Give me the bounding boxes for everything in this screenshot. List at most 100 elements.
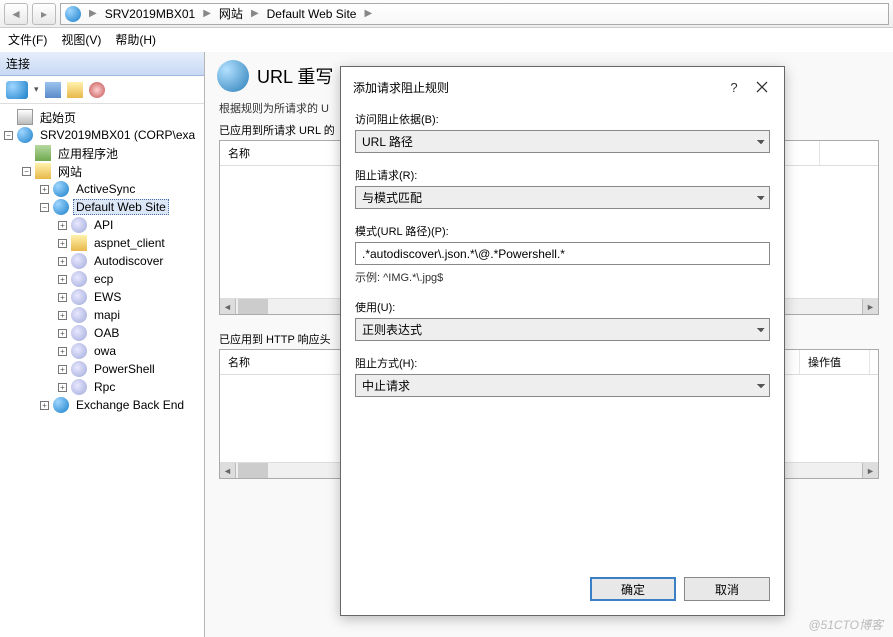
menu-view[interactable]: 视图(V) <box>61 31 101 48</box>
tree-sites[interactable]: 网站 <box>55 162 85 181</box>
block-based-on-select[interactable]: URL 路径 <box>355 130 770 153</box>
vdir-icon <box>71 307 87 323</box>
tree-app-pools[interactable]: 应用程序池 <box>55 144 121 163</box>
cancel-button[interactable]: 取消 <box>684 577 770 601</box>
back-button[interactable]: ◄ <box>4 3 28 25</box>
field-how-to-block: 阻止方式(H): 中止请求 <box>355 355 770 397</box>
expand-toggle[interactable] <box>58 365 67 374</box>
vdir-icon <box>71 253 87 269</box>
menu-bar: 文件(F) 视图(V) 帮助(H) <box>0 28 893 52</box>
tree-vdir[interactable]: owa <box>91 343 119 359</box>
tree-start-page[interactable]: 起始页 <box>37 108 79 127</box>
chevron-right-icon: ▶ <box>85 8 101 19</box>
close-icon <box>756 81 768 93</box>
add-request-blocking-rule-dialog: 添加请求阻止规则 ? 访问阻止依据(B): URL 路径 阻止请求(R): 与模… <box>340 66 785 616</box>
folder-icon[interactable] <box>67 82 83 98</box>
field-label: 阻止请求(R): <box>355 167 770 183</box>
connections-tree[interactable]: 起始页 SRV2019MBX01 (CORP\exa 应用程序池 网站 Acti… <box>0 104 204 637</box>
home-icon <box>17 109 33 125</box>
vdir-icon <box>71 289 87 305</box>
expand-toggle[interactable] <box>58 383 67 392</box>
breadcrumb-item[interactable]: 网站 <box>219 5 243 22</box>
using-select[interactable]: 正则表达式 <box>355 318 770 341</box>
tree-vdir[interactable]: PowerShell <box>91 361 158 377</box>
page-title: URL 重写 <box>257 63 333 89</box>
how-to-block-select[interactable]: 中止请求 <box>355 374 770 397</box>
field-using: 使用(U): 正则表达式 <box>355 299 770 341</box>
expand-toggle[interactable] <box>58 275 67 284</box>
connections-panel: 连接 ▾ 起始页 SRV2019MBX01 (CORP\exa 应用程序池 网站… <box>0 52 205 637</box>
chevron-right-icon: ▶ <box>247 8 263 19</box>
field-label: 使用(U): <box>355 299 770 315</box>
vdir-icon <box>71 361 87 377</box>
expand-toggle[interactable] <box>40 203 49 212</box>
pattern-example: 示例: ^IMG.*\.jpg$ <box>355 269 770 285</box>
site-icon <box>53 199 69 215</box>
tree-exchange-back-end[interactable]: Exchange Back End <box>73 397 187 413</box>
server-icon <box>17 127 33 143</box>
block-request-select[interactable]: 与模式匹配 <box>355 186 770 209</box>
tree-server[interactable]: SRV2019MBX01 (CORP\exa <box>37 127 198 143</box>
breadcrumb[interactable]: ▶ SRV2019MBX01 ▶ 网站 ▶ Default Web Site ▶ <box>60 3 889 25</box>
menu-file[interactable]: 文件(F) <box>8 31 47 48</box>
expand-toggle[interactable] <box>58 257 67 266</box>
connect-icon[interactable] <box>6 81 28 99</box>
expand-toggle[interactable] <box>58 329 67 338</box>
tree-vdir[interactable]: ecp <box>91 271 116 287</box>
field-label: 模式(URL 路径)(P): <box>355 223 770 239</box>
field-label: 访问阻止依据(B): <box>355 111 770 127</box>
menu-help[interactable]: 帮助(H) <box>115 31 156 48</box>
dialog-titlebar: 添加请求阻止规则 ? <box>341 67 784 107</box>
vdir-icon <box>71 325 87 341</box>
tree-vdir[interactable]: aspnet_client <box>91 235 168 251</box>
tree-activesync[interactable]: ActiveSync <box>73 181 138 197</box>
expand-toggle[interactable] <box>58 347 67 356</box>
stop-icon[interactable] <box>89 82 105 98</box>
globe-icon <box>65 6 81 22</box>
field-pattern: 模式(URL 路径)(P): 示例: ^IMG.*\.jpg$ <box>355 223 770 285</box>
tree-vdir[interactable]: API <box>91 217 116 233</box>
breadcrumb-item[interactable]: Default Web Site <box>267 7 357 21</box>
site-icon <box>53 181 69 197</box>
expand-toggle[interactable] <box>22 167 31 176</box>
nav-bar: ◄ ▸ ▶ SRV2019MBX01 ▶ 网站 ▶ Default Web Si… <box>0 0 893 28</box>
expand-toggle[interactable] <box>40 185 49 194</box>
tree-vdir[interactable]: Rpc <box>91 379 118 395</box>
close-button[interactable] <box>746 75 778 99</box>
expand-toggle[interactable] <box>58 239 67 248</box>
expand-toggle[interactable] <box>58 311 67 320</box>
expand-toggle[interactable] <box>40 401 49 410</box>
connections-toolbar: ▾ <box>0 76 204 104</box>
dialog-buttons: 确定 取消 <box>341 567 784 615</box>
breadcrumb-item[interactable]: SRV2019MBX01 <box>105 7 196 21</box>
url-rewrite-icon <box>217 60 249 92</box>
field-block-based-on: 访问阻止依据(B): URL 路径 <box>355 111 770 153</box>
tree-default-web-site[interactable]: Default Web Site <box>73 199 169 215</box>
vdir-icon <box>71 217 87 233</box>
chevron-right-icon: ▶ <box>360 8 376 19</box>
dialog-body: 访问阻止依据(B): URL 路径 阻止请求(R): 与模式匹配 模式(URL … <box>341 107 784 567</box>
help-button[interactable]: ? <box>722 80 746 95</box>
tree-vdir[interactable]: Autodiscover <box>91 253 166 269</box>
vdir-icon <box>71 343 87 359</box>
forward-button[interactable]: ▸ <box>32 3 56 25</box>
expand-toggle[interactable] <box>4 131 13 140</box>
vdir-icon <box>71 271 87 287</box>
tree-vdir[interactable]: EWS <box>91 289 124 305</box>
panel-title: 连接 <box>0 52 204 76</box>
folder-icon <box>71 235 87 251</box>
field-block-request: 阻止请求(R): 与模式匹配 <box>355 167 770 209</box>
expand-toggle[interactable] <box>58 293 67 302</box>
vdir-icon <box>71 379 87 395</box>
save-icon[interactable] <box>45 82 61 98</box>
tree-vdir[interactable]: OAB <box>91 325 122 341</box>
dialog-title: 添加请求阻止规则 <box>353 79 722 96</box>
tree-vdir[interactable]: mapi <box>91 307 123 323</box>
ok-button[interactable]: 确定 <box>590 577 676 601</box>
pattern-input[interactable] <box>355 242 770 265</box>
expand-toggle[interactable] <box>58 221 67 230</box>
chevron-right-icon: ▶ <box>199 8 215 19</box>
apppool-icon <box>35 145 51 161</box>
folder-icon <box>35 163 51 179</box>
col-opval[interactable]: 操作值 <box>800 350 870 374</box>
